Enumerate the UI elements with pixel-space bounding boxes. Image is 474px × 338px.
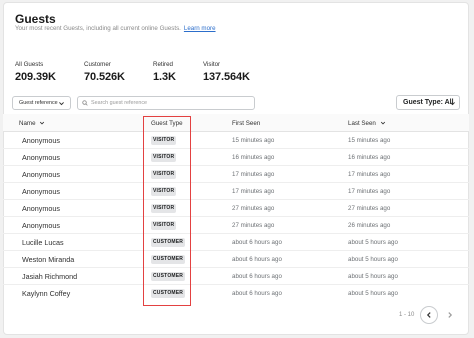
column-last-seen-label: Last Seen — [348, 120, 376, 127]
first-seen: about 6 hours ago — [232, 239, 282, 246]
first-seen: 27 minutes ago — [232, 222, 275, 229]
guest-type-filter-label: Guest Type: All — [403, 99, 454, 106]
guest-type-filter[interactable]: Guest Type: All — [396, 95, 460, 110]
table-row[interactable]: Lucille Lucas CUSTOMER about 6 hours ago… — [3, 234, 469, 251]
guest-name: Kaylynn Coffey — [22, 289, 71, 298]
column-last-seen[interactable]: Last Seen — [348, 120, 386, 127]
last-seen: 17 minutes ago — [348, 171, 391, 178]
column-guest-type[interactable]: Guest Type — [151, 120, 183, 127]
page-title: Guests — [15, 12, 56, 26]
guest-name: Jasiah Richmond — [22, 272, 78, 281]
first-seen: about 6 hours ago — [232, 256, 282, 263]
first-seen: 27 minutes ago — [232, 205, 275, 212]
last-seen: about 5 hours ago — [348, 256, 398, 263]
guest-reference-filter[interactable]: Guest reference — [12, 96, 71, 110]
table-row[interactable]: Anonymous VISITOR 17 minutes ago 17 minu… — [3, 183, 469, 200]
last-seen: about 5 hours ago — [348, 290, 398, 297]
stat-value: 70.526K — [84, 71, 125, 83]
stat-label: Retired — [153, 61, 173, 68]
page-subtitle: Your most recent Guests, including all c… — [15, 25, 216, 32]
first-seen: 16 minutes ago — [232, 154, 275, 161]
guest-type-badge: CUSTOMER — [151, 238, 186, 247]
table-row[interactable]: Anonymous VISITOR 27 minutes ago 27 minu… — [3, 200, 469, 217]
column-first-seen[interactable]: First Seen — [232, 120, 260, 127]
table-row[interactable]: Weston Miranda CUSTOMER about 6 hours ag… — [3, 251, 469, 268]
last-seen: about 5 hours ago — [348, 273, 398, 280]
learn-more-link[interactable]: Learn more — [184, 25, 216, 32]
search-input[interactable] — [91, 100, 251, 106]
stat-value: 1.3K — [153, 71, 176, 83]
column-name-label: Name — [19, 120, 36, 127]
first-seen: about 6 hours ago — [232, 273, 282, 280]
stat-label: Visitor — [203, 61, 221, 68]
stat-label: All Guests — [15, 61, 44, 68]
guest-name: Anonymous — [22, 170, 60, 179]
guest-name: Anonymous — [22, 221, 60, 230]
stat-retired: Retired 1.3K — [153, 61, 176, 83]
guest-name: Anonymous — [22, 187, 60, 196]
stat-visitor: Visitor 137.564K — [203, 61, 250, 83]
column-name[interactable]: Name — [19, 120, 45, 127]
guest-name: Lucille Lucas — [22, 238, 64, 247]
stat-all-guests: All Guests 209.39K — [15, 61, 56, 83]
last-seen: 16 minutes ago — [348, 154, 391, 161]
guest-name: Anonymous — [22, 204, 60, 213]
chevron-down-icon — [450, 102, 455, 106]
table-row[interactable]: Anonymous VISITOR 15 minutes ago 15 minu… — [3, 132, 469, 149]
chevron-right-icon — [448, 312, 453, 318]
first-seen: about 6 hours ago — [232, 290, 282, 297]
guest-type-badge: CUSTOMER — [151, 289, 186, 298]
search-box[interactable] — [77, 96, 255, 110]
guest-name: Weston Miranda — [22, 255, 75, 264]
chevron-down-icon — [40, 122, 45, 125]
next-page-button[interactable] — [441, 306, 459, 324]
table-row[interactable]: Anonymous VISITOR 16 minutes ago 16 minu… — [3, 149, 469, 166]
stat-value: 209.39K — [15, 71, 56, 83]
table-row[interactable]: Anonymous VISITOR 17 minutes ago 17 minu… — [3, 166, 469, 183]
guest-type-badge: VISITOR — [151, 153, 177, 162]
chevron-left-icon — [426, 312, 431, 318]
last-seen: 26 minutes ago — [348, 222, 391, 229]
guest-type-badge: CUSTOMER — [151, 255, 186, 264]
guest-name: Anonymous — [22, 153, 60, 162]
last-seen: 27 minutes ago — [348, 205, 391, 212]
last-seen: 17 minutes ago — [348, 188, 391, 195]
stat-label: Customer — [84, 61, 111, 68]
stat-customer: Customer 70.526K — [84, 61, 125, 83]
stat-value: 137.564K — [203, 71, 250, 83]
guest-type-badge: CUSTOMER — [151, 272, 186, 281]
guest-type-badge: VISITOR — [151, 204, 177, 213]
table-row[interactable]: Jasiah Richmond CUSTOMER about 6 hours a… — [3, 268, 469, 285]
guest-type-badge: VISITOR — [151, 221, 177, 230]
last-seen: about 5 hours ago — [348, 239, 398, 246]
table-row[interactable]: Kaylynn Coffey CUSTOMER about 6 hours ag… — [3, 285, 469, 302]
guest-type-badge: VISITOR — [151, 187, 177, 196]
guest-name: Anonymous — [22, 136, 60, 145]
table-row[interactable]: Anonymous VISITOR 27 minutes ago 26 minu… — [3, 217, 469, 234]
first-seen: 15 minutes ago — [232, 137, 275, 144]
last-seen: 15 minutes ago — [348, 137, 391, 144]
chevron-down-icon — [59, 102, 64, 106]
search-icon — [82, 100, 88, 106]
first-seen: 17 minutes ago — [232, 171, 275, 178]
first-seen: 17 minutes ago — [232, 188, 275, 195]
table-header: Name Guest Type First Seen Last Seen — [3, 114, 469, 132]
subtitle-text: Your most recent Guests, including all c… — [15, 25, 181, 32]
guest-type-badge: VISITOR — [151, 136, 177, 145]
previous-page-button[interactable] — [420, 306, 438, 324]
guest-type-badge: VISITOR — [151, 170, 177, 179]
guest-reference-label: Guest reference — [19, 100, 58, 106]
chevron-down-icon — [380, 122, 385, 125]
pagination-range: 1 - 10 — [399, 312, 415, 318]
